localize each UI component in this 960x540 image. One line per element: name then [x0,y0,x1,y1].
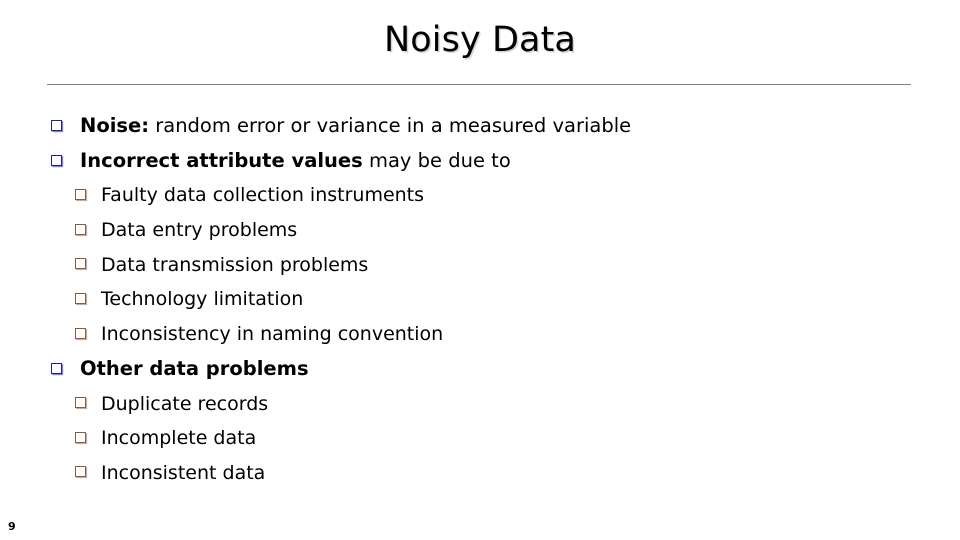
hollow-square-bullet-icon [75,178,86,213]
hollow-square-bullet-icon [75,387,86,422]
hollow-square-bullet-icon [75,282,86,317]
bullet-item-level1: Noise: random error or variance in a mea… [0,109,960,144]
bullet-item-level2: Faulty data collection instruments [0,178,960,213]
bullet-item-level2: Technology limitation [0,282,960,317]
hollow-square-bullet-icon [51,352,62,387]
hollow-square-glyph [75,292,86,304]
bullet-list: Noise: random error or variance in a mea… [0,109,960,491]
hollow-square-bullet-icon [51,109,62,144]
hollow-square-glyph [75,397,86,408]
bullet-text: Inconsistency in naming convention [101,323,443,345]
hollow-square-glyph [75,431,86,443]
bullet-text: Inconsistent data [101,462,265,484]
bullet-text-body: random error or variance in a measured v… [149,114,632,137]
slide-title-area: Noisy Data [0,22,960,59]
page-title: Noisy Data [384,20,576,60]
bullet-item-level2: Data entry problems [0,213,960,248]
bullet-text-body: may be due to [362,148,511,172]
bullet-text-body: Incomplete data [101,427,257,450]
slide-body: Noise: random error or variance in a mea… [0,109,960,491]
bullet-text-body: Data transmission problems [101,253,369,276]
bullet-text: Noise: random error or variance in a mea… [80,114,631,137]
bullet-text-emphasis: Other data problems [80,356,309,380]
hollow-square-bullet-icon [75,213,86,248]
bullet-text: Data transmission problems [101,254,368,276]
bullet-text: Incorrect attribute values may be due to [80,149,511,172]
slide-canvas: Noisy Data Noise: random error or varian… [0,0,960,540]
bullet-item-level2: Incomplete data [0,421,960,456]
hollow-square-bullet-icon [75,421,86,456]
hollow-square-glyph [51,120,62,131]
bullet-text-emphasis: Noise: [80,114,150,137]
hollow-square-glyph [51,362,62,374]
bullet-text-body: Inconsistent data [101,461,266,484]
bullet-text: Duplicate records [101,393,268,415]
bullet-text-emphasis: Incorrect attribute values [80,148,363,172]
bullet-item-level2: Data transmission problems [0,248,960,283]
bullet-item-level1: Incorrect attribute values may be due to [0,144,960,179]
hollow-square-bullet-icon [51,144,62,179]
bullet-text: Faulty data collection instruments [101,184,424,206]
bullet-item-level2: Inconsistent data [0,456,960,491]
bullet-text: Other data problems [80,357,309,380]
hollow-square-glyph [75,188,86,200]
hollow-square-glyph [75,258,86,270]
bullet-text: Technology limitation [101,288,303,310]
hollow-square-glyph [75,223,86,235]
hollow-square-bullet-icon [75,317,86,352]
bullet-item-level1: Other data problems [0,352,960,387]
hollow-square-glyph [51,154,62,166]
bullet-text-body: Inconsistency in naming convention [101,323,444,346]
hollow-square-glyph [75,327,86,339]
bullet-text: Incomplete data [101,427,256,449]
bullet-text: Data entry problems [101,219,297,241]
bullet-text-body: Data entry problems [101,219,298,242]
bullet-item-level2: Inconsistency in naming convention [0,317,960,352]
hollow-square-glyph [75,466,86,478]
bullet-text-body: Technology limitation [101,288,304,311]
title-divider-rule [47,84,911,85]
page-number: 9 [8,520,16,533]
hollow-square-bullet-icon [75,456,86,491]
bullet-text-body: Duplicate records [101,392,269,415]
bullet-text-body: Faulty data collection instruments [101,184,425,207]
hollow-square-bullet-icon [75,248,86,283]
bullet-item-level2: Duplicate records [0,387,960,422]
